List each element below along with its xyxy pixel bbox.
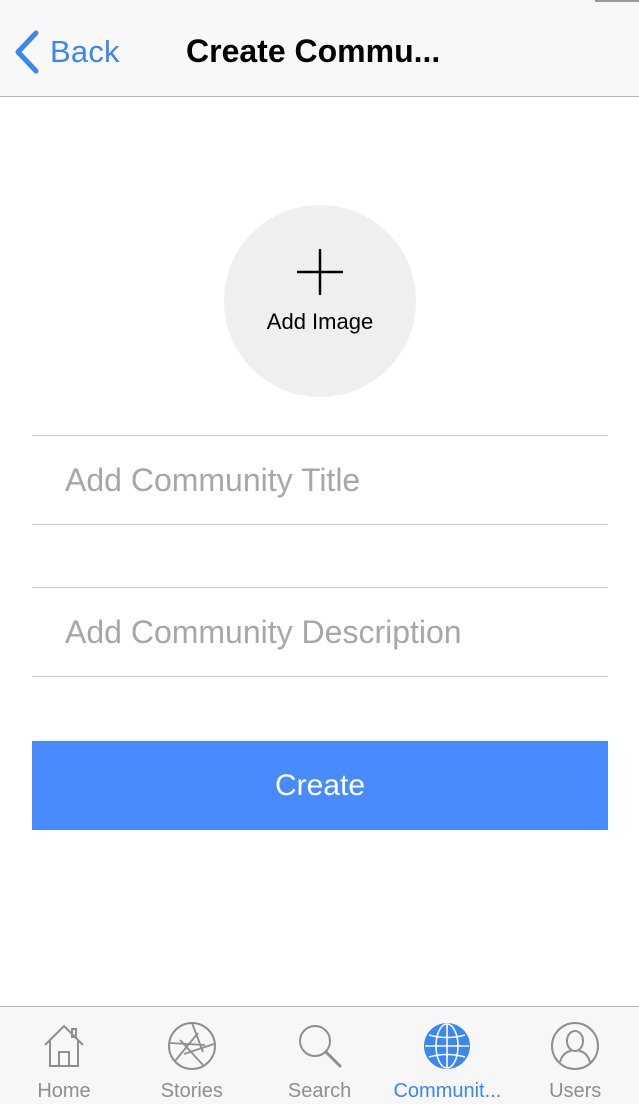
tab-users[interactable]: Users xyxy=(511,1007,639,1104)
tab-label: Users xyxy=(549,1080,602,1102)
tab-bar: Home Stories Search Communit... Users xyxy=(0,1006,639,1104)
search-icon xyxy=(298,1025,342,1068)
page-title: Create Commu... xyxy=(186,33,441,69)
navigation-bar: Back Create Commu... xyxy=(0,0,639,97)
tab-label: Communit... xyxy=(393,1080,502,1102)
add-image-label: Add Image xyxy=(266,309,374,334)
divider xyxy=(32,676,608,677)
aperture-icon xyxy=(167,1022,216,1070)
tab-communities[interactable]: Communit... xyxy=(383,1007,511,1104)
user-icon xyxy=(551,1022,600,1070)
add-image-button[interactable]: Add Image xyxy=(224,205,416,397)
divider xyxy=(32,524,608,525)
back-button[interactable]: Back xyxy=(14,26,120,78)
chevron-left-icon xyxy=(15,30,39,74)
tab-search[interactable]: Search xyxy=(256,1007,384,1104)
globe-icon xyxy=(424,1023,471,1069)
tab-label: Home xyxy=(37,1080,91,1102)
tab-label: Stories xyxy=(160,1080,223,1102)
plus-icon xyxy=(297,249,343,295)
create-button[interactable]: Create xyxy=(32,741,608,830)
tab-label: Search xyxy=(287,1080,352,1102)
home-icon xyxy=(44,1024,84,1067)
tab-stories[interactable]: Stories xyxy=(128,1007,256,1104)
tab-home[interactable]: Home xyxy=(0,1007,128,1104)
status-bar-indicator xyxy=(595,0,639,2)
back-button-label: Back xyxy=(50,34,120,69)
community-description-input[interactable] xyxy=(32,588,608,676)
community-title-input[interactable] xyxy=(32,436,608,524)
